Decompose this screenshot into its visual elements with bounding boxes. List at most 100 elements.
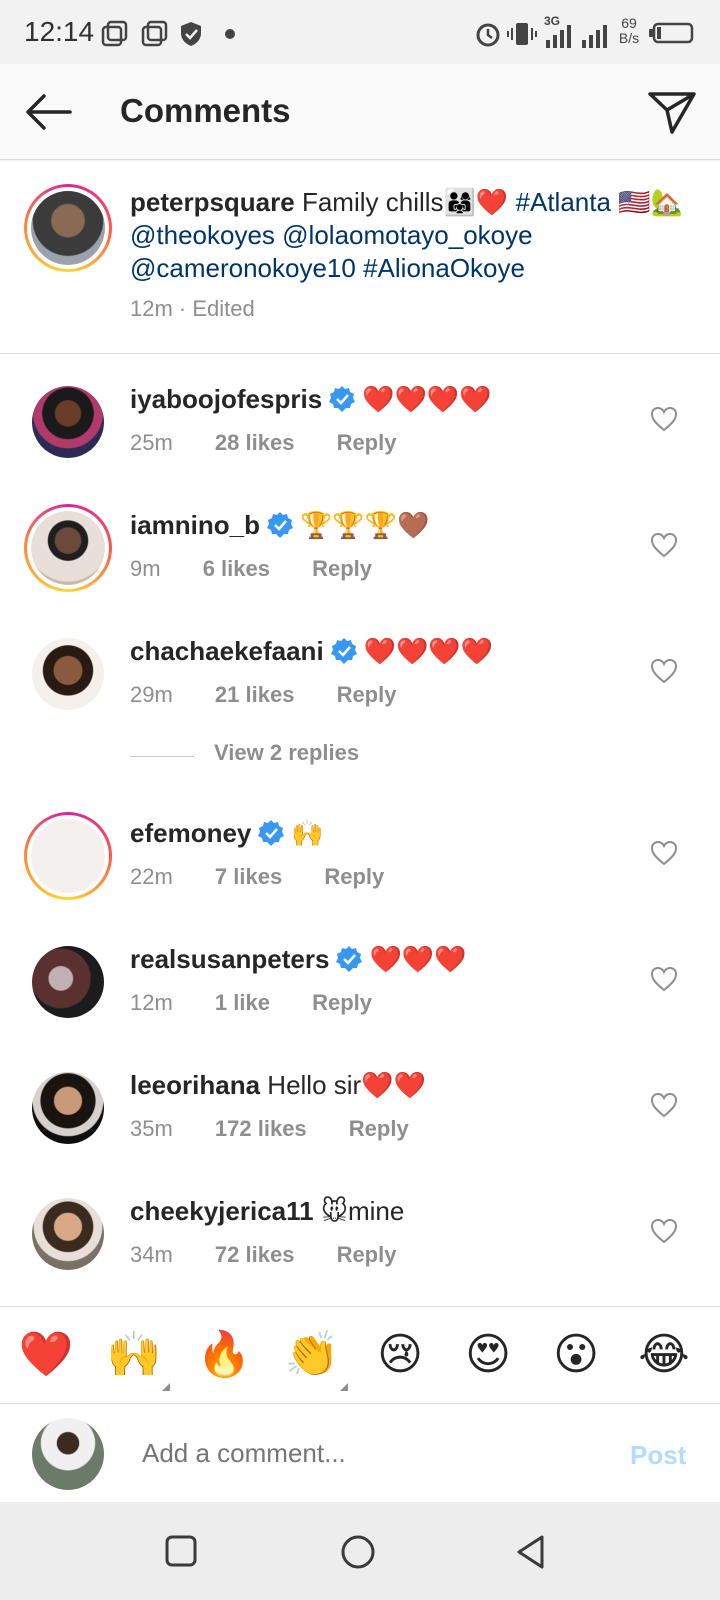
commenter-avatar[interactable]	[32, 1072, 104, 1144]
nav-square-icon[interactable]	[164, 1534, 198, 1568]
comment-row: realsusanpeters ❤️❤️❤️ 12m 1 like Reply	[0, 944, 720, 1056]
comment-meta: 9m 6 likes Reply	[130, 556, 372, 582]
comment-likes[interactable]: 6 likes	[203, 556, 270, 582]
heart-outline-icon[interactable]	[650, 658, 678, 684]
hashtag-alionaokoye[interactable]: #AlionaOkoye	[363, 253, 525, 283]
commenter-avatar[interactable]	[32, 386, 104, 458]
verified-badge-icon	[258, 820, 285, 846]
app-bar: Comments	[0, 64, 720, 160]
reaction-clap[interactable]: 👏	[284, 1327, 348, 1391]
back-arrow-icon[interactable]	[22, 88, 74, 136]
reply-button[interactable]: Reply	[337, 430, 397, 456]
comment-likes[interactable]: 72 likes	[215, 1242, 295, 1268]
nav-circle-icon[interactable]	[340, 1534, 376, 1570]
comment-username[interactable]: efemoney	[130, 818, 251, 848]
comment-input[interactable]	[142, 1438, 562, 1469]
heart-outline-icon[interactable]	[650, 1092, 678, 1118]
reply-button[interactable]: Reply	[349, 1116, 409, 1142]
comment-line: realsusanpeters ❤️❤️❤️	[130, 944, 467, 975]
mention-lolaomotayo-okoye[interactable]: @lolaomotayo_okoye	[282, 220, 532, 250]
comment-line: leeorihana Hello sir❤️❤️	[130, 1070, 426, 1101]
replies-divider	[130, 756, 194, 757]
signal-icon	[546, 25, 571, 48]
app-notification-icon	[101, 20, 128, 47]
caption-username[interactable]: peterpsquare	[130, 187, 295, 217]
comment-line: chachaekefaani ❤️❤️❤️❤️	[130, 636, 493, 667]
battery-icon	[649, 22, 694, 44]
reaction-surprised[interactable]: 😮	[548, 1327, 604, 1383]
comment-text: ❤️❤️❤️❤️	[363, 636, 494, 666]
reaction-laughing[interactable]: 😂	[636, 1327, 692, 1383]
heart-outline-icon[interactable]	[650, 532, 678, 558]
heart-outline-icon[interactable]	[650, 1218, 678, 1244]
system-nav-bar	[0, 1502, 720, 1600]
reply-button[interactable]: Reply	[337, 1242, 397, 1268]
caption-flags: 🇺🇸🏡	[618, 187, 683, 217]
reply-button[interactable]: Reply	[312, 990, 372, 1016]
comment-likes[interactable]: 28 likes	[215, 430, 295, 456]
comment-username[interactable]: realsusanpeters	[130, 944, 329, 974]
reply-button[interactable]: Reply	[337, 682, 397, 708]
comment-likes[interactable]: 21 likes	[215, 682, 295, 708]
commenter-avatar[interactable]	[24, 504, 112, 592]
comment-text: 🙌	[291, 818, 324, 848]
comment-time: 22m	[130, 864, 173, 889]
commenter-avatar[interactable]	[32, 946, 104, 1018]
network-speed: 69 B/s	[614, 16, 644, 46]
network-speed-value: 69	[621, 15, 637, 31]
send-icon[interactable]	[646, 88, 698, 136]
status-time: 12:14	[24, 16, 95, 47]
reaction-raised-hands[interactable]: 🙌	[106, 1327, 170, 1391]
heart-outline-icon[interactable]	[650, 966, 678, 992]
comment-username[interactable]: cheekyjerica11	[130, 1196, 314, 1226]
commenter-avatar[interactable]	[32, 1198, 104, 1270]
app-notification-icon	[141, 20, 168, 47]
comment-meta: 29m 21 likes Reply	[130, 682, 396, 708]
commenter-avatar[interactable]	[32, 638, 104, 710]
comment-likes[interactable]: 172 likes	[215, 1116, 307, 1142]
verified-badge-icon	[267, 512, 294, 538]
verified-badge-icon	[336, 946, 363, 972]
reaction-heart-eyes[interactable]: 😍	[460, 1327, 516, 1383]
reaction-fire[interactable]: 🔥	[196, 1327, 252, 1383]
shield-icon	[181, 22, 201, 46]
nav-back-triangle-icon[interactable]	[514, 1534, 548, 1570]
comment-username[interactable]: chachaekefaani	[130, 636, 324, 666]
heart-outline-icon[interactable]	[650, 406, 678, 432]
mention-cameronokoye10[interactable]: @cameronokoye10	[130, 253, 356, 283]
reaction-crying[interactable]: 😢	[372, 1327, 428, 1383]
comment-text: ❤️❤️❤️❤️	[362, 384, 492, 414]
caption-text: peterpsquare Family chills👨‍👩‍👧❤️ #Atlan…	[130, 186, 690, 285]
current-user-avatar	[32, 1418, 104, 1490]
comment-text: 🐭mine	[320, 1196, 405, 1226]
reaction-heart[interactable]: ❤️	[18, 1327, 74, 1383]
mention-theokoyes[interactable]: @theokoyes	[130, 220, 275, 250]
comment-time: 25m	[130, 430, 173, 455]
comment-meta: 12m 1 like Reply	[130, 990, 372, 1016]
hashtag-atlanta[interactable]: #Atlanta	[516, 187, 611, 217]
heart-outline-icon[interactable]	[650, 840, 678, 866]
view-replies-label[interactable]: View 2 replies	[214, 740, 359, 766]
poster-avatar[interactable]	[24, 184, 112, 272]
comment-composer: Post	[0, 1404, 720, 1502]
comment-likes[interactable]: 7 likes	[215, 864, 282, 890]
comment-meta: 34m 72 likes Reply	[130, 1242, 396, 1268]
comment-row: iamnino_b 🏆🏆🏆🤎 9m 6 likes Reply	[0, 504, 720, 622]
signal-icon	[582, 25, 607, 48]
commenter-avatar[interactable]	[24, 812, 112, 900]
comment-row: cheekyjerica11 🐭mine 34m 72 likes Reply	[0, 1196, 720, 1308]
comment-username[interactable]: iyaboojofespris	[130, 384, 322, 414]
comment-username[interactable]: iamnino_b	[130, 510, 260, 540]
network-speed-unit: B/s	[618, 30, 640, 46]
reply-button[interactable]: Reply	[312, 556, 372, 582]
comment-likes[interactable]: 1 like	[215, 990, 270, 1016]
comment-meta: 25m 28 likes Reply	[130, 430, 396, 456]
comment-username[interactable]: leeorihana	[130, 1070, 260, 1100]
dot-icon	[225, 29, 235, 39]
comment-text: Hello sir❤️❤️	[267, 1070, 426, 1100]
comment-line: iyaboojofespris ❤️❤️❤️❤️	[130, 384, 492, 415]
quick-reactions-bar: ❤️ 🙌 🔥 👏 😢 😍 😮 😂	[0, 1306, 720, 1404]
comment-line: cheekyjerica11 🐭mine	[130, 1196, 404, 1227]
reply-button[interactable]: Reply	[324, 864, 384, 890]
post-button[interactable]: Post	[630, 1440, 686, 1471]
